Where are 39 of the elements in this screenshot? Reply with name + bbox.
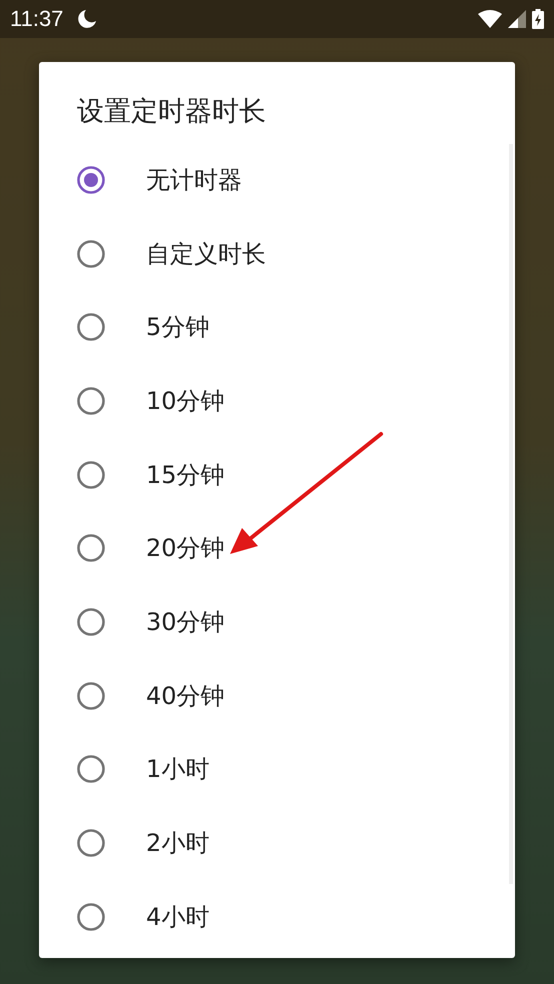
wifi-icon xyxy=(478,10,502,28)
radio-button[interactable] xyxy=(77,166,105,194)
radio-button[interactable] xyxy=(77,313,105,342)
radio-button[interactable] xyxy=(77,682,105,710)
signal-icon xyxy=(508,10,526,28)
option-label: 自定义时长 xyxy=(146,238,266,270)
moon-icon xyxy=(77,9,98,29)
radio-button[interactable] xyxy=(77,460,105,489)
option-label: 40分钟 xyxy=(146,680,225,712)
radio-button[interactable] xyxy=(77,534,105,562)
radio-option[interactable]: 1小时 xyxy=(39,732,515,806)
radio-button[interactable] xyxy=(77,829,105,858)
option-label: 15分钟 xyxy=(146,460,225,491)
radio-option[interactable]: 15分钟 xyxy=(39,438,515,512)
radio-option[interactable]: 5分钟 xyxy=(39,290,515,364)
option-label: 2小时 xyxy=(146,828,210,860)
radio-button[interactable] xyxy=(77,755,105,784)
radio-option[interactable]: 10分钟 xyxy=(39,364,515,438)
radio-option[interactable]: 20分钟 xyxy=(39,511,515,586)
radio-option[interactable]: 4小时 xyxy=(39,880,515,954)
radio-button[interactable] xyxy=(77,240,105,268)
radio-option[interactable]: 自定义时长 xyxy=(39,216,515,290)
radio-option[interactable]: 2小时 xyxy=(39,806,515,880)
option-label: 1小时 xyxy=(146,754,210,786)
option-label: 20分钟 xyxy=(146,533,225,564)
dialog-title: 设置定时器时长 xyxy=(76,95,266,129)
option-label: 10分钟 xyxy=(146,386,225,417)
radio-button[interactable] xyxy=(77,608,105,636)
radio-option[interactable]: 40分钟 xyxy=(39,658,515,732)
battery-icon xyxy=(532,9,544,29)
option-label: 5分钟 xyxy=(146,312,210,344)
radio-button[interactable] xyxy=(77,902,105,931)
option-label: 4小时 xyxy=(146,902,210,933)
radio-option[interactable]: 无计时器 xyxy=(39,143,515,217)
radio-option[interactable]: 30分钟 xyxy=(39,585,515,659)
option-label: 无计时器 xyxy=(146,164,242,196)
option-label: 30分钟 xyxy=(146,606,225,638)
radio-button[interactable] xyxy=(77,386,105,415)
status-time: 11:37 xyxy=(10,6,64,32)
